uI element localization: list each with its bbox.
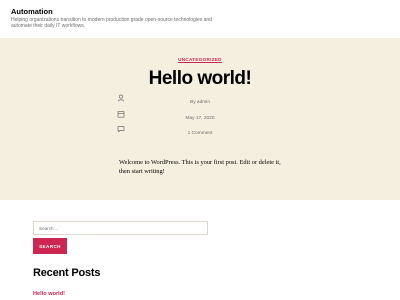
- site-title[interactable]: Automation: [11, 7, 53, 16]
- post-content: Welcome to WordPress. This is your first…: [119, 159, 281, 176]
- recent-posts-heading: Recent Posts: [33, 267, 101, 279]
- post: UNCATEGORIZED Hello world! By admin May …: [0, 38, 400, 200]
- search-input[interactable]: [33, 221, 208, 235]
- site-header: Automation Helping organizations transit…: [0, 0, 400, 38]
- post-title: Hello world!: [148, 68, 252, 89]
- recent-post-link[interactable]: Hello world!: [33, 291, 65, 297]
- site-description: Helping organizations transition to mode…: [11, 17, 212, 30]
- category-link[interactable]: UNCATEGORIZED: [0, 57, 400, 62]
- post-comments-link[interactable]: 1 Comment: [0, 131, 400, 136]
- widgets-area: SEARCH Recent Posts Hello world!: [0, 200, 400, 300]
- search-button[interactable]: SEARCH: [33, 238, 67, 254]
- post-author-link[interactable]: By admin: [0, 100, 400, 105]
- post-date-link[interactable]: May 17, 2020: [0, 116, 400, 121]
